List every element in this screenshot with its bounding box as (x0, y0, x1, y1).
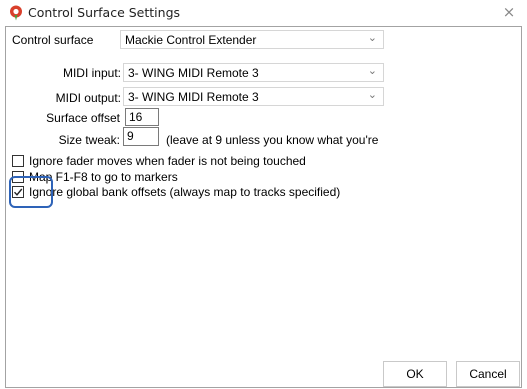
size-tweak-field[interactable]: 9 (123, 127, 159, 146)
window-title: Control Surface Settings (28, 5, 181, 20)
close-icon[interactable]: × (500, 3, 518, 21)
size-tweak-hint: (leave at 9 unless you know what you're (166, 133, 379, 147)
highlight-annotation (9, 176, 53, 208)
control-surface-label: Control surface (12, 33, 94, 47)
midi-output-value: 3- WING MIDI Remote 3 (128, 90, 259, 104)
checkbox[interactable] (12, 155, 24, 167)
midi-output-dropdown[interactable]: 3- WING MIDI Remote 3 ⌄ (123, 87, 384, 106)
surface-offset-label: Surface offset (46, 111, 120, 125)
chevron-down-icon: ⌄ (367, 64, 377, 77)
control-surface-dropdown[interactable]: Mackie Control Extender ⌄ (120, 30, 384, 49)
chevron-down-icon: ⌄ (367, 31, 377, 44)
reaper-logo-icon (10, 5, 22, 21)
chevron-down-icon: ⌄ (367, 88, 377, 101)
midi-output-label: MIDI output: (55, 91, 121, 105)
surface-offset-field[interactable]: 16 (125, 108, 159, 126)
cancel-button[interactable]: Cancel (456, 361, 520, 387)
midi-input-value: 3- WING MIDI Remote 3 (128, 66, 259, 80)
midi-input-dropdown[interactable]: 3- WING MIDI Remote 3 ⌄ (123, 63, 384, 82)
ok-button[interactable]: OK (383, 361, 447, 387)
size-tweak-label: Size tweak: (58, 133, 120, 147)
midi-input-label: MIDI input: (62, 66, 121, 80)
control-surface-value: Mackie Control Extender (125, 33, 257, 47)
title-bar: Control Surface Settings × (0, 0, 527, 26)
